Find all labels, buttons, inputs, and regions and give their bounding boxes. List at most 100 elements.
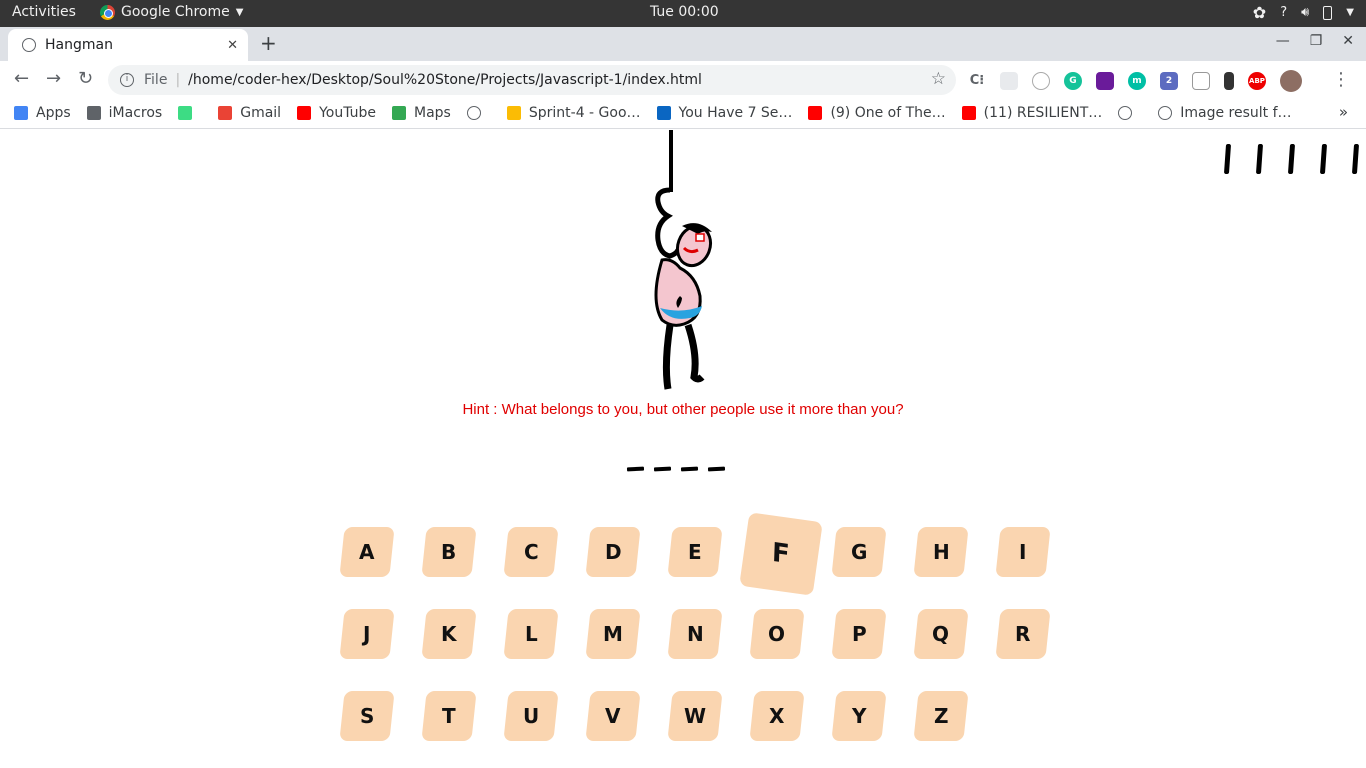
youtube-icon bbox=[297, 105, 312, 120]
close-tab-icon[interactable]: ✕ bbox=[227, 38, 238, 53]
bookmark-item[interactable]: Gmail bbox=[218, 105, 281, 121]
letter-key-label: G bbox=[850, 540, 868, 564]
bookmark-item[interactable]: iMacros bbox=[86, 105, 162, 121]
letter-key-label: J bbox=[363, 622, 371, 646]
system-menu-chevron-icon[interactable]: ▼ bbox=[1346, 7, 1354, 18]
adblock-plus-icon[interactable]: ABP bbox=[1248, 72, 1266, 90]
letter-key-j[interactable]: J bbox=[339, 609, 395, 659]
new-tab-button[interactable]: + bbox=[260, 31, 277, 55]
letter-key-w[interactable]: W bbox=[667, 691, 723, 741]
letter-key-label: T bbox=[442, 704, 456, 728]
noose-icon bbox=[655, 187, 681, 259]
tab-hangman[interactable]: Hangman ✕ bbox=[8, 29, 248, 61]
letter-key-y[interactable]: Y bbox=[831, 691, 887, 741]
app-menu[interactable]: Google Chrome ▼ bbox=[100, 4, 243, 20]
letter-key-t[interactable]: T bbox=[421, 691, 477, 741]
address-bar[interactable]: i File | /home/coder-hex/Desktop/Soul%20… bbox=[108, 65, 956, 95]
bookmark-item[interactable]: (9) One of The… bbox=[808, 104, 946, 121]
letter-key-a[interactable]: A bbox=[339, 527, 395, 577]
letter-key-label: Q bbox=[932, 622, 950, 646]
letter-blank bbox=[653, 466, 672, 472]
ext-badge-icon[interactable]: 2 bbox=[1160, 72, 1178, 90]
gmail-icon bbox=[218, 105, 233, 120]
bookmark-label: Apps bbox=[36, 104, 71, 121]
letter-key-i[interactable]: I bbox=[995, 527, 1051, 577]
bookmark-item[interactable] bbox=[178, 105, 200, 120]
ext-clock-icon[interactable] bbox=[1032, 72, 1050, 90]
letter-blank bbox=[707, 466, 726, 472]
url-separator: | bbox=[175, 72, 181, 88]
life-marker bbox=[1319, 144, 1328, 174]
letter-key-label: Z bbox=[933, 704, 949, 728]
letter-key-e[interactable]: E bbox=[667, 527, 723, 577]
activities-button[interactable]: Activities bbox=[12, 4, 76, 20]
clock[interactable]: Tue 00:00 bbox=[650, 4, 719, 20]
letter-key-b[interactable]: B bbox=[421, 527, 477, 577]
letter-key-x[interactable]: X bbox=[749, 691, 805, 741]
help-icon[interactable]: ? bbox=[1280, 5, 1287, 20]
close-window-icon[interactable]: ✕ bbox=[1342, 33, 1354, 49]
ext-grid-icon[interactable] bbox=[1000, 72, 1018, 90]
bookmark-item[interactable]: (11) RESILIENT… bbox=[961, 105, 1102, 121]
bookmark-item[interactable]: Maps bbox=[392, 105, 451, 121]
letter-key-o[interactable]: O bbox=[749, 609, 805, 659]
restore-icon[interactable]: ❐ bbox=[1310, 33, 1323, 49]
linkedin-icon bbox=[656, 105, 671, 120]
letter-key-q[interactable]: Q bbox=[913, 609, 969, 659]
letter-key-r[interactable]: R bbox=[995, 609, 1051, 659]
bookmark-item[interactable] bbox=[466, 105, 489, 120]
letter-key-label: B bbox=[441, 540, 457, 564]
ext-eyedropper-icon[interactable] bbox=[1096, 72, 1114, 90]
forward-arrow-icon[interactable]: → bbox=[46, 68, 61, 89]
profile-avatar[interactable] bbox=[1280, 70, 1302, 92]
flower-app-icon[interactable]: ✿ bbox=[1253, 3, 1266, 22]
letter-key-c[interactable]: C bbox=[503, 527, 559, 577]
letter-key-f[interactable]: F bbox=[739, 512, 823, 596]
life-marker bbox=[1255, 144, 1264, 174]
letter-key-label: V bbox=[605, 704, 621, 728]
bookmark-label: (9) One of The… bbox=[830, 104, 946, 121]
bookmark-label: You Have 7 Se… bbox=[678, 104, 793, 121]
letter-key-label: P bbox=[851, 622, 867, 646]
minimize-icon[interactable]: — bbox=[1276, 33, 1290, 49]
hint-text: Hint : What belongs to you, but other pe… bbox=[462, 401, 904, 418]
letter-key-label: S bbox=[359, 704, 375, 728]
letter-key-d[interactable]: D bbox=[585, 527, 641, 577]
bookmark-item[interactable]: Image result f… bbox=[1158, 105, 1292, 121]
url-text[interactable]: /home/coder-hex/Desktop/Soul%20Stone/Pro… bbox=[188, 72, 702, 88]
globe-icon bbox=[1118, 105, 1133, 120]
bookmark-item[interactable]: YouTube bbox=[297, 105, 376, 121]
chrome-menu-icon[interactable]: ⋮ bbox=[1332, 69, 1350, 90]
reload-icon[interactable]: ↻ bbox=[78, 68, 93, 89]
letter-key-l[interactable]: L bbox=[503, 609, 559, 659]
ext-m-icon[interactable]: m bbox=[1128, 72, 1146, 90]
letter-key-g[interactable]: G bbox=[831, 527, 887, 577]
grammarly-icon[interactable]: G bbox=[1064, 72, 1082, 90]
letter-key-z[interactable]: Z bbox=[913, 691, 969, 741]
letter-key-label: W bbox=[683, 704, 707, 728]
letter-key-n[interactable]: N bbox=[667, 609, 723, 659]
letter-key-label: A bbox=[359, 540, 375, 564]
letter-key-p[interactable]: P bbox=[831, 609, 887, 659]
bookmark-item[interactable]: Apps bbox=[14, 105, 71, 121]
back-arrow-icon[interactable]: ← bbox=[14, 68, 29, 89]
bookmarks-overflow-icon[interactable]: » bbox=[1339, 103, 1348, 121]
letter-key-h[interactable]: H bbox=[913, 527, 969, 577]
info-icon[interactable]: i bbox=[120, 73, 134, 87]
letter-key-m[interactable]: M bbox=[585, 609, 641, 659]
battery-icon[interactable] bbox=[1323, 5, 1333, 20]
bookmark-item[interactable]: Sprint-4 - Goo… bbox=[506, 105, 641, 121]
letter-key-k[interactable]: K bbox=[421, 609, 477, 659]
letter-key-u[interactable]: U bbox=[503, 691, 559, 741]
ext-c-icon[interactable]: C⁝ bbox=[968, 72, 986, 90]
volume-icon[interactable]: 🔊︎ bbox=[1301, 5, 1309, 20]
bookmark-item[interactable]: You Have 7 Se… bbox=[656, 104, 793, 121]
letter-blank bbox=[680, 466, 699, 472]
bookmark-star-icon[interactable]: ☆ bbox=[931, 69, 946, 89]
letter-key-s[interactable]: S bbox=[339, 691, 395, 741]
letter-key-v[interactable]: V bbox=[585, 691, 641, 741]
ext-phone-icon[interactable] bbox=[1224, 72, 1234, 90]
life-marker bbox=[1223, 144, 1232, 174]
bookmark-item[interactable] bbox=[1118, 105, 1140, 120]
shield-icon[interactable] bbox=[1192, 72, 1210, 90]
